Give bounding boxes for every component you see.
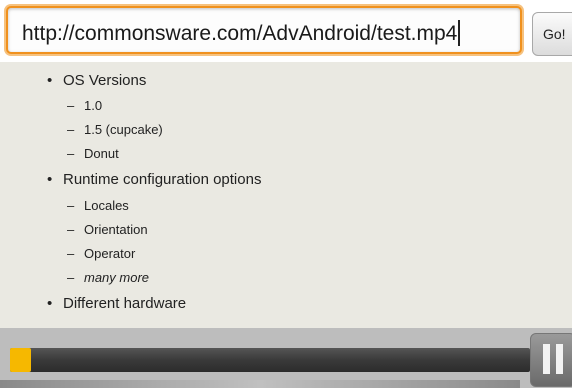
sub-bullet-text: Operator (84, 246, 136, 261)
url-input[interactable]: http://commonsware.com/AdvAndroid/test.m… (6, 6, 522, 54)
media-controller (0, 328, 572, 388)
slide-sub-bullet: – Locales (67, 198, 129, 213)
sub-bullet-text: 1.5 (cupcake) (84, 122, 163, 137)
sub-bullet-text: Orientation (84, 222, 148, 237)
bullet-glyph: • (47, 171, 53, 188)
video-frame: • OS Versions –1.0 –1.5 (cupcake) – Donut … (0, 62, 572, 328)
slide-sub-bullet: – Orientation (67, 222, 148, 237)
dash-glyph: – (67, 198, 75, 213)
go-button[interactable]: Go! (532, 12, 572, 56)
pause-button[interactable] (530, 333, 572, 387)
bullet-text: Different hardware (63, 295, 187, 312)
sub-bullet-text: many more (84, 270, 150, 285)
slide-sub-bullet: –1.5 (cupcake) (67, 122, 163, 137)
slide-bullet: • OS Versions (47, 72, 146, 89)
slide-sub-bullet: – many more (67, 270, 149, 285)
controller-bottom-edge (0, 380, 520, 388)
bullet-text: Runtime configuration options (63, 171, 262, 188)
slide-bullet: • Different hardware (47, 295, 186, 312)
url-toolbar: http://commonsware.com/AdvAndroid/test.m… (0, 0, 572, 62)
dash-glyph: – (67, 122, 75, 137)
slide-sub-bullet: – Operator (67, 246, 135, 261)
slide-bullet: • Runtime configuration options (47, 171, 261, 188)
bullet-glyph: • (47, 72, 53, 89)
dash-glyph: – (67, 146, 75, 161)
dash-glyph: – (67, 222, 75, 237)
slide-sub-bullet: –1.0 (67, 98, 102, 113)
text-caret (458, 20, 461, 46)
sub-bullet-text: Locales (84, 198, 129, 213)
seek-bar[interactable] (10, 348, 530, 372)
url-value: http://commonsware.com/AdvAndroid/test.m… (22, 22, 458, 45)
dash-glyph: – (67, 246, 75, 261)
bullet-glyph: • (47, 295, 53, 312)
bullet-text: OS Versions (63, 72, 147, 89)
dash-glyph: – (67, 270, 75, 285)
slide-sub-bullet: – Donut (67, 146, 119, 161)
seek-bar-progress (10, 348, 31, 372)
sub-bullet-text: 1.0 (84, 98, 103, 113)
dash-glyph: – (67, 98, 75, 113)
sub-bullet-text: Donut (84, 146, 119, 161)
